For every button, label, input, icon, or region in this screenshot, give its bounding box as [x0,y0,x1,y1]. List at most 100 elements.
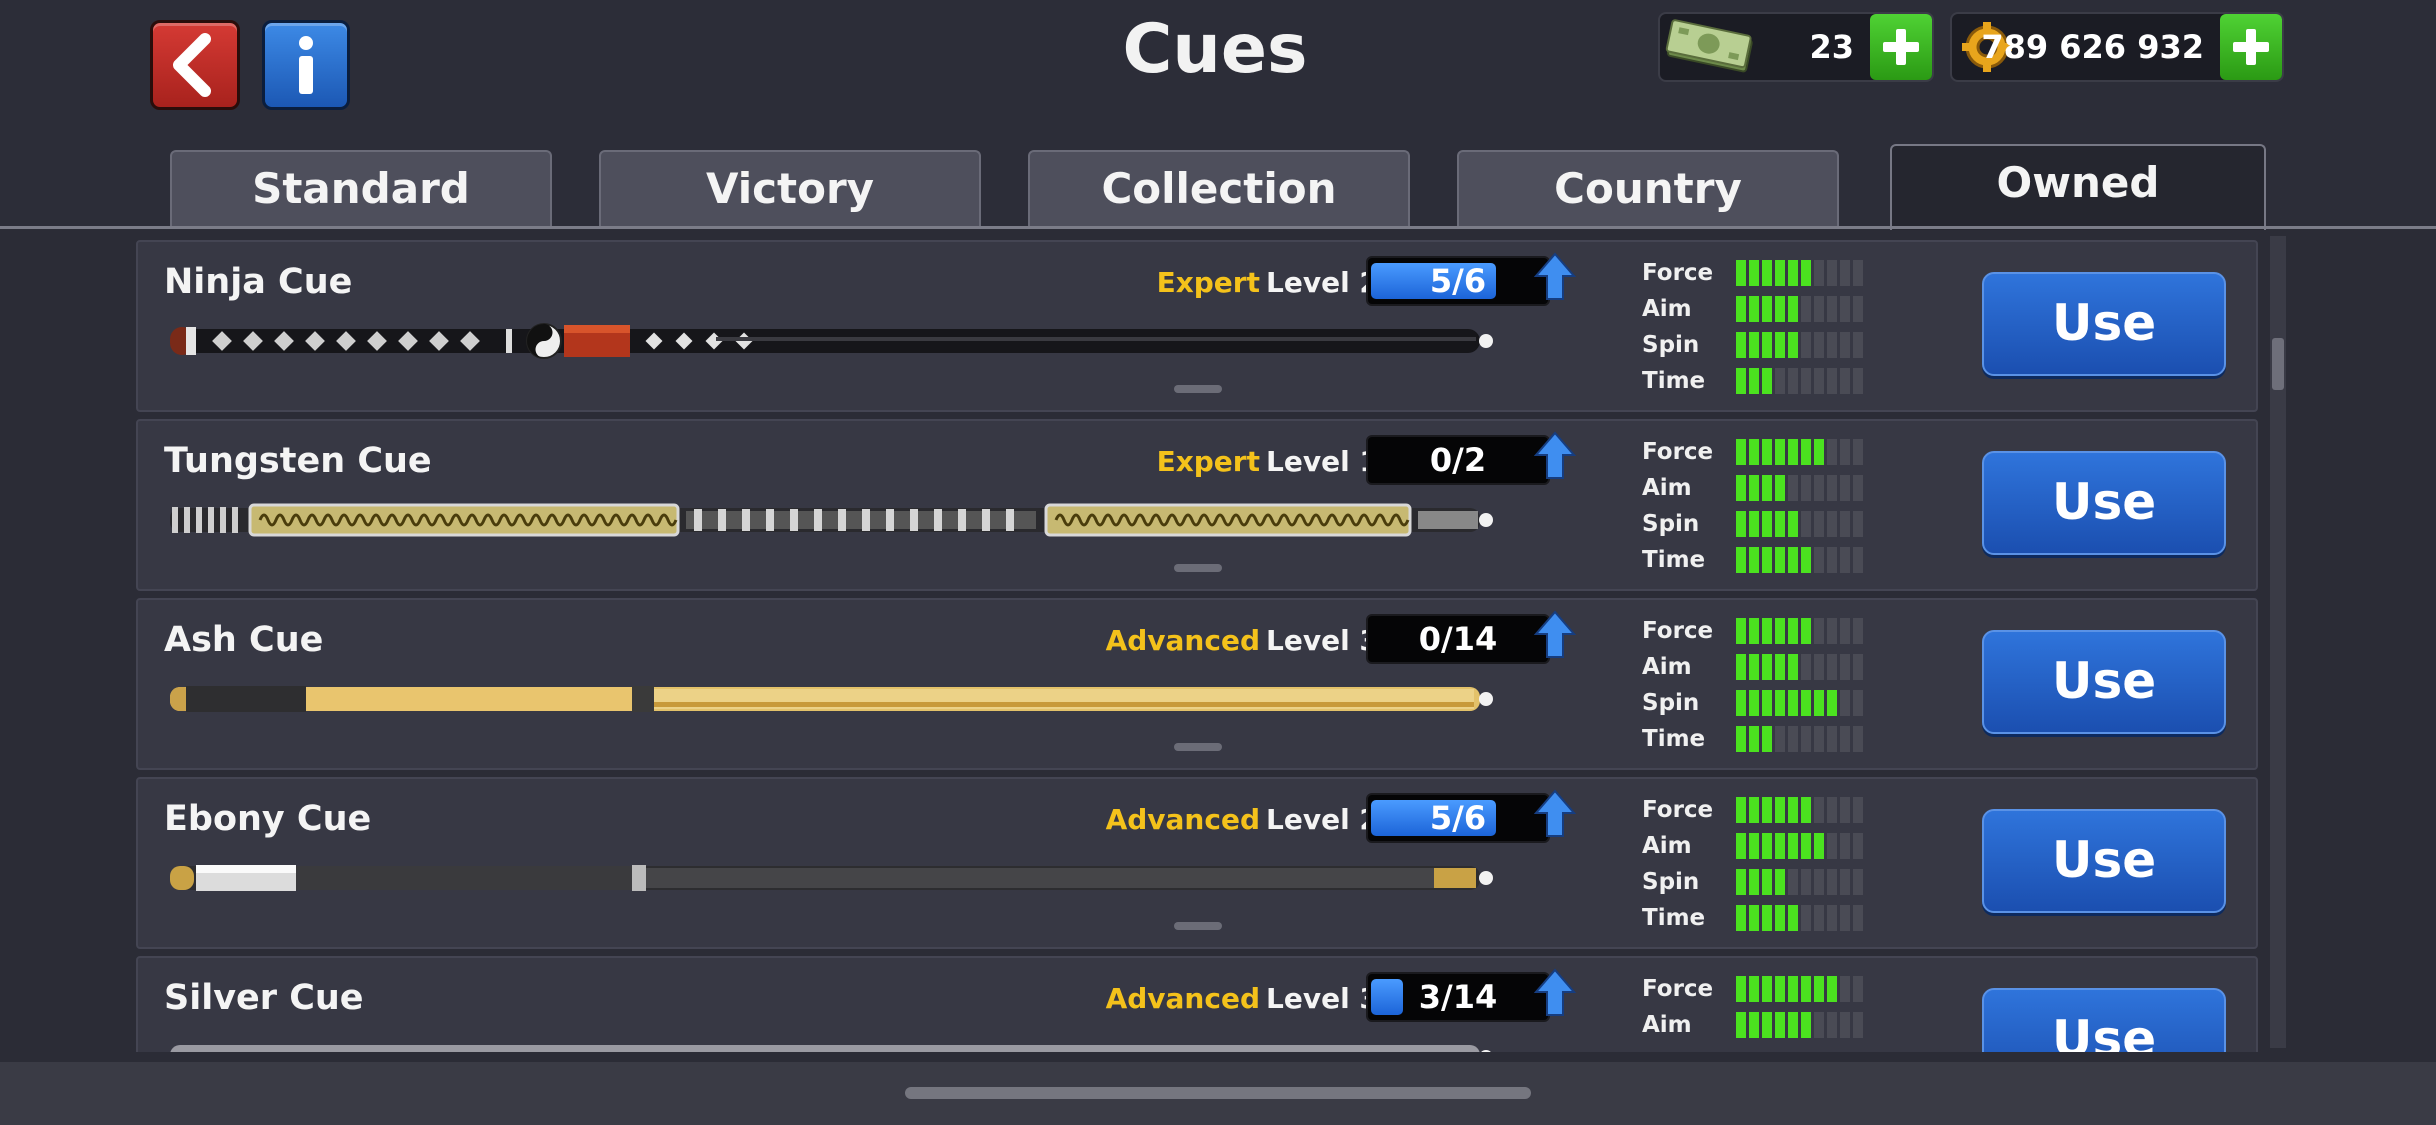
stat-segment [1775,439,1785,465]
stat-segment [1840,618,1850,644]
stat-segment [1749,439,1759,465]
stat-label: Spin [1642,690,1700,716]
upgrade-progress-text: 0/14 [1418,620,1498,658]
stat-segment [1749,976,1759,1002]
upgrade-arrow-icon[interactable] [1534,610,1576,660]
upgrade-arrow-icon[interactable] [1534,968,1576,1018]
stat-segment [1840,260,1850,286]
use-button[interactable]: Use [1982,272,2226,376]
stat-segment [1788,296,1798,322]
add-cash-button[interactable] [1870,14,1932,80]
stat-meter [1736,296,1866,322]
stat-segment [1814,905,1824,931]
stat-segment [1736,690,1746,716]
stat-segment [1762,690,1772,716]
home-indicator[interactable] [905,1087,1531,1099]
upgrade-progress-text: 5/6 [1429,262,1487,300]
stat-meter [1736,547,1866,573]
cue-tier: Expert [1156,445,1260,478]
stat-segment [1788,869,1798,895]
stat-segment [1853,726,1863,752]
info-button[interactable] [262,20,350,110]
stat-label: Aim [1642,296,1692,322]
cue-image [166,859,1496,901]
expand-handle[interactable] [1174,743,1222,751]
cue-card-3[interactable]: Ebony Cue Advanced Level 2 5/6 Force Aim S… [136,777,2258,949]
stat-segment [1762,905,1772,931]
stat-segment [1814,475,1824,501]
stat-label: Aim [1642,1012,1692,1038]
cue-list[interactable]: Ninja Cue Expert Level 2 5/6 Force Aim Spi… [0,232,2436,1052]
upgrade-progress-bar: 0/14 [1366,614,1550,664]
stat-segment [1840,976,1850,1002]
use-button[interactable]: Use [1982,630,2226,734]
expand-handle[interactable] [1174,922,1222,930]
tab-country[interactable]: Country [1457,150,1839,228]
stat-segment [1853,511,1863,537]
cue-card-1[interactable]: Tungsten Cue Expert Level 1 0/2 Force Aim… [136,419,2258,591]
scrollbar-thumb[interactable] [2272,338,2284,390]
use-button[interactable]: Use [1982,451,2226,555]
stat-segment [1788,833,1798,859]
expand-handle[interactable] [1174,564,1222,572]
upgrade-arrow-icon[interactable] [1534,431,1576,481]
cue-tier: Advanced [1105,803,1260,836]
stat-segment [1749,726,1759,752]
stat-segment [1775,1012,1785,1038]
stat-segment [1775,833,1785,859]
tab-collection[interactable]: Collection [1028,150,1410,228]
use-button[interactable]: Use [1982,809,2226,913]
stat-label: Time [1642,547,1706,573]
stat-meter [1736,1012,1866,1038]
stat-segment [1736,1012,1746,1038]
stat-segment [1840,368,1850,394]
stat-segment [1736,654,1746,680]
stat-segment [1749,511,1759,537]
stat-segment [1840,296,1850,322]
stat-segment [1840,475,1850,501]
add-coins-button[interactable] [2220,14,2282,80]
cue-name: Silver Cue [164,978,364,1018]
tab-standard[interactable]: Standard [170,150,552,228]
stat-label: Time [1642,726,1706,752]
stat-segment [1827,833,1837,859]
stat-segment [1814,439,1824,465]
stat-segment [1762,654,1772,680]
stat-segment [1749,260,1759,286]
back-button[interactable] [150,20,240,110]
upgrade-progress-bar: 5/6 [1366,793,1550,843]
expand-handle[interactable] [1174,385,1222,393]
cue-name: Ebony Cue [164,799,372,839]
use-button[interactable]: Use [1982,988,2226,1052]
cue-level: Level 3 [1266,624,1379,657]
coins-value: 789 626 932 [1981,28,2204,66]
cue-card-0[interactable]: Ninja Cue Expert Level 2 5/6 Force Aim Spi… [136,240,2258,412]
stat-segment [1749,547,1759,573]
stat-meter [1736,797,1866,823]
stat-segment [1827,332,1837,358]
stat-label: Force [1642,439,1714,465]
tab-victory[interactable]: Victory [599,150,981,228]
stat-segment [1853,618,1863,644]
stat-segment [1762,1012,1772,1038]
stat-segment [1736,726,1746,752]
stat-segment [1827,869,1837,895]
upgrade-arrow-icon[interactable] [1534,789,1576,839]
stat-segment [1853,690,1863,716]
cue-card-2[interactable]: Ash Cue Advanced Level 3 0/14 Force Aim Sp… [136,598,2258,770]
stat-segment [1775,260,1785,286]
stat-segment [1814,368,1824,394]
stat-segment [1827,976,1837,1002]
plus-icon [1883,29,1919,65]
stat-segment [1801,547,1811,573]
tab-owned[interactable]: Owned [1890,144,2266,230]
stat-segment [1762,869,1772,895]
stat-segment [1853,833,1863,859]
upgrade-arrow-icon[interactable] [1534,252,1576,302]
stat-meter [1736,726,1866,752]
stat-segment [1749,475,1759,501]
stat-segment [1775,690,1785,716]
stat-segment [1788,726,1798,752]
stat-segment [1749,690,1759,716]
cue-card-4[interactable]: Silver Cue Advanced Level 3 3/14 Force Ai… [136,956,2258,1052]
